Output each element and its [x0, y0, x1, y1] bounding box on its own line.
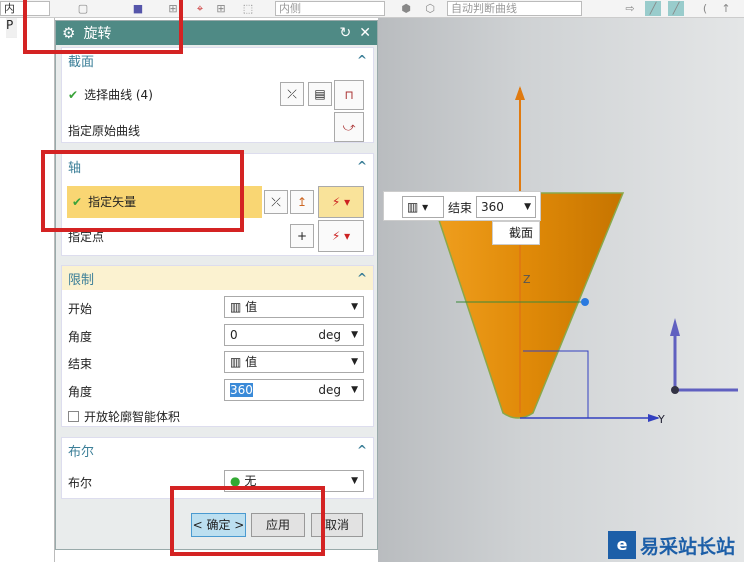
revolve-dialog: ⚙ 旋转 ↻ ✕ 截面 ^ ✔ 选择曲线 (4) ⤫ ▤ ⊓ 指定原始曲线 ⤻ 轴 ^…: [55, 20, 378, 550]
axis-y-label: Y: [657, 413, 665, 426]
reverse-direction-icon[interactable]: ⤫: [264, 190, 288, 214]
boolean-label: 布尔: [68, 476, 93, 490]
origin-curve-label: 指定原始曲线: [68, 124, 141, 138]
boolean-title: 布尔: [68, 444, 95, 460]
point-icon[interactable]: ⌖: [192, 1, 208, 16]
graphics-viewport[interactable]: Z Y: [378, 18, 744, 562]
end-label: 结束: [448, 201, 473, 215]
end-angle-label: 角度: [68, 385, 93, 399]
tooltip: 截面: [492, 221, 540, 245]
sketch-icon[interactable]: ▤: [308, 82, 332, 106]
end-label: 结束: [68, 357, 93, 371]
cone-model: Z Y: [428, 86, 738, 426]
line-icon-2[interactable]: ╱: [668, 1, 684, 16]
nav-header: P: [6, 18, 18, 38]
select-curve-row[interactable]: ✔ 选择曲线 (4): [68, 86, 153, 103]
box-icon[interactable]: ⬡: [422, 1, 438, 16]
collapse-icon[interactable]: ^: [357, 159, 367, 173]
section-group: 截面 ^ ✔ 选择曲线 (4) ⤫ ▤ ⊓ 指定原始曲线 ⤻: [61, 47, 374, 143]
end-angle-input[interactable]: 360 deg ▼: [224, 379, 364, 401]
origin-curve-icon[interactable]: ⤻: [334, 112, 364, 142]
start-angle-input[interactable]: 0 deg ▼: [224, 324, 364, 346]
annotation-box: [23, 0, 183, 54]
end-value-input[interactable]: 360 ▼: [476, 196, 536, 218]
open-profile-checkbox[interactable]: 开放轮廓智能体积: [68, 408, 180, 425]
watermark-logo: e 易采站长站: [608, 528, 744, 562]
end-type-select[interactable]: ▥ ▾: [402, 196, 444, 218]
reset-icon[interactable]: ↻: [340, 25, 352, 41]
annotation-box: [41, 150, 244, 232]
collapse-icon[interactable]: ^: [357, 53, 367, 67]
select-curve-label: 选择曲线 (4): [84, 88, 153, 102]
start-label: 开始: [68, 302, 93, 316]
annotation-box: [170, 486, 325, 556]
arc-icon[interactable]: (: [697, 1, 713, 16]
point-dialog-icon[interactable]: +: [290, 224, 314, 248]
vector-dialog-icon[interactable]: ↥: [290, 190, 314, 214]
arrow-icon[interactable]: ⇨: [622, 1, 638, 16]
collapse-icon[interactable]: ^: [357, 443, 367, 457]
start-select[interactable]: ▥ 值 ▼: [224, 296, 364, 318]
vector-type-dropdown[interactable]: ⚡ ▾: [318, 186, 364, 218]
line-icon[interactable]: ╱: [645, 1, 661, 16]
collapse-icon[interactable]: ^: [357, 271, 367, 285]
limits-title: 限制: [68, 272, 95, 288]
left-navigator: P: [0, 18, 55, 562]
end-select[interactable]: ▥ 值 ▼: [224, 351, 364, 373]
curve-combo[interactable]: 自动判断曲线: [447, 1, 582, 16]
up-arrow-icon[interactable]: ↑: [718, 1, 734, 16]
floating-end-toolbar: ▥ ▾ 结束 360 ▼: [383, 191, 541, 221]
solid-icon[interactable]: ⬢: [398, 1, 414, 16]
axis-z-label: Z: [523, 273, 531, 286]
logo-icon: e: [608, 531, 636, 559]
limits-group: 限制 ^ 开始 ▥ 值 ▼ 角度 0 deg ▼ 结束 ▥ 值 ▼ 角度 360 deg ▼ …: [61, 265, 374, 427]
close-icon[interactable]: ✕: [359, 25, 371, 41]
grid-icon[interactable]: ⊞: [213, 1, 229, 16]
point-type-dropdown[interactable]: ⚡ ▾: [318, 220, 364, 252]
start-angle-label: 角度: [68, 330, 93, 344]
select-box-icon[interactable]: ⬚: [240, 1, 256, 16]
watermark-text: 易采站长站: [640, 535, 736, 558]
check-icon: ✔: [68, 88, 79, 102]
reverse-icon[interactable]: ⤫: [280, 82, 304, 106]
curve-select-icon[interactable]: ⊓: [334, 80, 364, 110]
side-combo[interactable]: 内侧: [275, 1, 385, 16]
